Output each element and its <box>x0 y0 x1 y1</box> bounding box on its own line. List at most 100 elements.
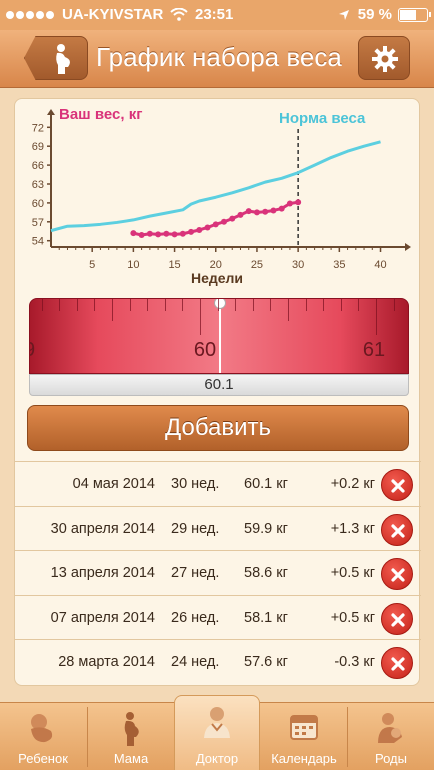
tab-bar: Ребенок Мама Доктор Календарь Роды <box>0 695 434 770</box>
page-title: График набора веса <box>96 42 342 72</box>
entry-delta: +0.2 кг <box>330 476 375 492</box>
entry-date: 13 апреля 2014 <box>50 565 155 582</box>
y-tick-label: 72 <box>32 122 44 134</box>
delete-entry-button[interactable] <box>381 513 413 546</box>
weight-entries-list: 04 мая 2014 30 нед. 60.1 кг +0.2 кг 30 апрел… <box>15 461 421 684</box>
calendar-icon <box>290 715 318 740</box>
weight-entry-row[interactable]: 28 марта 2014 24 нед. 57.6 кг -0.3 кг <box>15 639 421 684</box>
tab-baby[interactable]: Ребенок <box>0 703 86 770</box>
entry-week: 26 нед. <box>171 609 220 626</box>
tab-label: Ребенок <box>18 751 68 766</box>
tab-mother[interactable]: Мама <box>88 703 174 770</box>
entry-date: 04 мая 2014 <box>72 476 155 492</box>
your-weight-point <box>221 218 227 225</box>
status-left: UA-KYIVSTAR <box>6 6 189 23</box>
ruler-label: 59 <box>30 339 35 362</box>
your-weight-title: Ваш вес, кг <box>59 106 142 123</box>
y-tick-label: 57 <box>32 217 44 229</box>
y-axis-arrow <box>47 109 55 115</box>
x-tick-label: 15 <box>168 259 180 271</box>
ruler-label: 61 <box>362 339 386 361</box>
weight-entry-row[interactable]: 13 апреля 2014 27 нед. 58.6 кг +0.5 кг <box>15 550 421 595</box>
entry-date: 07 апреля 2014 <box>50 609 155 626</box>
your-weight-point <box>196 226 203 233</box>
entry-week: 24 нед. <box>171 654 220 671</box>
nav-bar: График набора веса <box>0 30 434 88</box>
entry-weight: 59.9 кг <box>244 520 288 537</box>
your-weight-point <box>163 230 170 237</box>
wifi-icon <box>170 8 189 21</box>
your-weight-point <box>146 230 153 237</box>
x-axis-arrow <box>405 243 411 251</box>
delete-entry-button[interactable] <box>381 602 413 635</box>
pregnant-woman-icon <box>56 44 70 74</box>
y-tick-label: 54 <box>32 236 44 248</box>
delete-entry-button[interactable] <box>381 647 413 680</box>
status-right: 59 % <box>338 6 431 23</box>
weight-entry-row[interactable]: 30 апреля 2014 29 нед. 59.9 кг +1.3 кг <box>15 505 421 551</box>
delete-entry-button[interactable] <box>381 558 413 591</box>
tab-label: Мама <box>113 751 149 766</box>
entry-weight: 58.1 кг <box>244 609 288 626</box>
ruler-tick <box>305 299 307 311</box>
battery-icon <box>398 7 431 22</box>
ruler-tick <box>235 299 237 311</box>
ruler-tick <box>252 299 254 311</box>
your-weight-point <box>130 230 137 237</box>
signal-dots-icon <box>6 6 56 23</box>
baby-icon <box>31 714 53 743</box>
ruler-tick <box>147 299 149 311</box>
back-button[interactable] <box>24 36 88 80</box>
x-tick-label: 30 <box>292 259 304 271</box>
your-weight-point <box>262 208 269 215</box>
norm-weight-line <box>50 140 381 233</box>
entry-weight: 60.1 кг <box>244 476 288 492</box>
doctor-icon <box>204 707 230 738</box>
add-button[interactable]: Добавить <box>27 405 409 451</box>
ruler-tick <box>129 299 131 311</box>
gear-icon <box>372 46 398 72</box>
your-weight-point <box>188 228 195 235</box>
weight-ruler-slider[interactable]: 59 60 61 <box>29 298 409 374</box>
settings-button[interactable] <box>358 36 410 80</box>
your-weight-point <box>155 231 162 238</box>
norm-weight-title: Норма веса <box>279 110 366 127</box>
your-weight-point <box>229 215 236 222</box>
y-tick-label: 69 <box>32 141 44 153</box>
ruler-knob[interactable] <box>214 299 226 309</box>
entry-weight: 58.6 кг <box>244 565 288 582</box>
ruler-tick <box>182 299 184 311</box>
close-icon <box>391 657 405 671</box>
x-tick-label: 40 <box>374 259 386 271</box>
battery-percent: 59 % <box>357 6 392 23</box>
ruler-tick <box>59 299 61 311</box>
ruler-tick <box>270 299 272 311</box>
your-weight-point <box>204 224 211 231</box>
tab-label: Роды <box>375 751 407 766</box>
mother-child-icon <box>378 713 402 743</box>
ruler-tick <box>323 299 325 311</box>
ruler-tick <box>288 299 289 321</box>
your-weight-point <box>270 207 277 214</box>
entry-week: 29 нед. <box>171 520 220 537</box>
weight-entry-row[interactable]: 04 мая 2014 30 нед. 60.1 кг +0.2 кг <box>15 461 421 506</box>
your-weight-line <box>133 200 299 237</box>
close-icon <box>391 479 405 493</box>
x-tick-label: 5 <box>89 259 95 271</box>
delete-entry-button[interactable] <box>381 469 413 501</box>
x-tick-label: 35 <box>333 259 345 271</box>
y-tick-label: 66 <box>32 160 44 172</box>
location-arrow-icon <box>338 9 349 20</box>
your-weight-point <box>253 209 260 216</box>
carrier-name: UA-KYIVSTAR <box>62 6 164 23</box>
close-icon <box>391 568 405 582</box>
ruler-tick <box>200 299 201 335</box>
tab-mother-child[interactable]: Роды <box>348 703 434 770</box>
tab-doctor[interactable]: Доктор <box>174 695 260 770</box>
weight-entry-row[interactable]: 07 апреля 2014 26 нед. 58.1 кг +0.5 кг <box>15 594 421 640</box>
your-weight-point <box>179 230 186 237</box>
entry-date: 30 апреля 2014 <box>50 520 155 537</box>
y-tick-label: 63 <box>32 179 44 191</box>
tab-calendar[interactable]: Календарь <box>261 703 347 770</box>
ruler-label: 60 <box>193 339 217 361</box>
